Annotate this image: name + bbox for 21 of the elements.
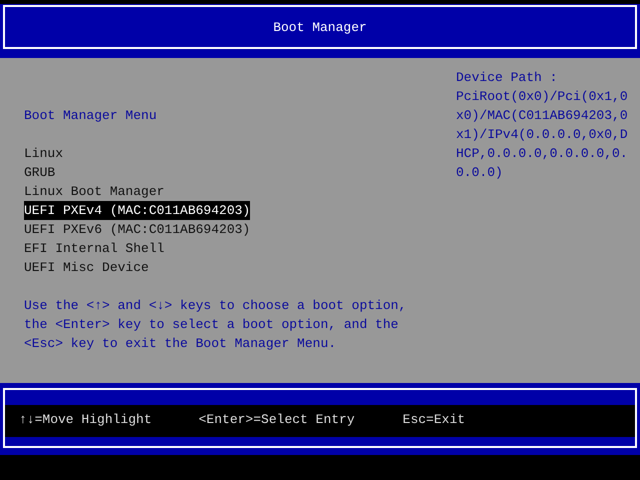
help-text: Use the <↑> and <↓> keys to choose a boot option, (24, 297, 406, 315)
boot-option[interactable]: UEFI PXEv6 (MAC:C011AB694203) (24, 220, 250, 239)
screen-title: Boot Manager (273, 18, 367, 36)
boot-option[interactable]: Linux (24, 144, 64, 163)
key-hint: <Enter>=Select Entry (198, 411, 355, 429)
help-text: <Esc> key to exit the Boot Manager Menu. (24, 335, 336, 353)
menu-title: Boot Manager Menu (24, 107, 157, 125)
device-path-text: x1)/IPv4(0.0.0.0,0x0,D (456, 126, 628, 144)
device-path-text: 0.0.0) (456, 164, 503, 182)
key-hint: ↑↓=Move Highlight (19, 411, 152, 429)
device-path-text: HCP,0.0.0.0,0.0.0.0,0. (456, 145, 628, 163)
device-path-label: Device Path : (456, 69, 558, 87)
boot-option[interactable]: GRUB (24, 163, 56, 182)
boot-option[interactable]: Linux Boot Manager (24, 182, 164, 201)
key-hint: Esc=Exit (402, 411, 466, 429)
device-path-text: PciRoot(0x0)/Pci(0x1,0 (456, 88, 628, 106)
device-path-text: x0)/MAC(C011AB694203,0 (456, 107, 628, 125)
boot-option[interactable]: UEFI Misc Device (24, 258, 149, 277)
boot-option[interactable]: UEFI PXEv4 (MAC:C011AB694203) (24, 201, 250, 220)
help-text: the <Enter> key to select a boot option, and the (24, 316, 398, 334)
boot-option[interactable]: EFI Internal Shell (24, 239, 164, 258)
